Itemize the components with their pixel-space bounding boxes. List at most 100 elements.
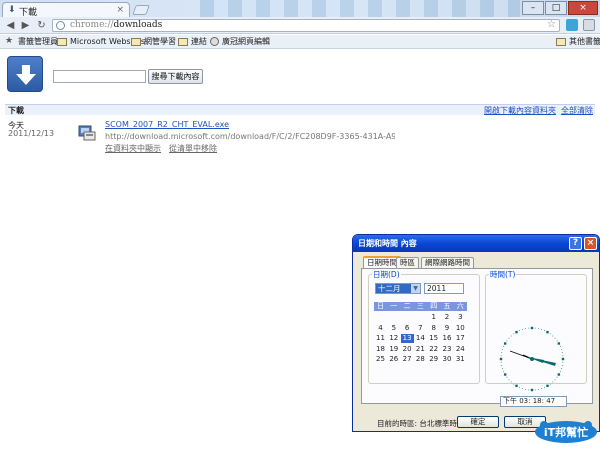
- calendar-day[interactable]: 31: [454, 355, 467, 364]
- calendar-day[interactable]: 28: [414, 355, 427, 364]
- window-close-button[interactable]: ×: [568, 1, 598, 15]
- calendar-day[interactable]: 23: [441, 345, 454, 354]
- star-icon: ★: [5, 35, 14, 46]
- calendar-day[interactable]: 22: [427, 345, 440, 354]
- ok-button[interactable]: 確定: [457, 416, 499, 428]
- calendar-day[interactable]: 3: [454, 313, 467, 322]
- bookmark-star-icon[interactable]: ☆: [547, 19, 556, 30]
- tab-close-icon[interactable]: ×: [116, 5, 124, 15]
- time-spinner[interactable]: 下午 03: 18: 47: [500, 396, 567, 407]
- calendar-day[interactable]: 26: [387, 355, 400, 364]
- clock-tick: [513, 383, 515, 385]
- calendar-day[interactable]: 17: [454, 334, 467, 343]
- calendar-day[interactable]: 5: [387, 324, 400, 333]
- clock-tick: [541, 387, 543, 389]
- calendar-day[interactable]: 29: [427, 355, 440, 364]
- clock-tick: [556, 376, 558, 378]
- calendar-weekday: 五: [443, 302, 451, 310]
- calendar-day[interactable]: 13: [400, 334, 414, 343]
- calendar-day[interactable]: 1: [427, 313, 440, 322]
- remove-from-list-link[interactable]: 從清單中移除: [169, 143, 217, 154]
- calendar-day[interactable]: 8: [427, 324, 440, 333]
- search-input[interactable]: [53, 70, 146, 83]
- calendar-day[interactable]: 24: [454, 345, 467, 354]
- maximize-button[interactable]: □: [545, 1, 567, 15]
- calendar-day[interactable]: 30: [441, 355, 454, 364]
- calendar-weekday: 四: [430, 302, 438, 310]
- downloads-logo-icon: [7, 56, 43, 92]
- calendar-day[interactable]: 2: [441, 313, 454, 322]
- tab-time-zone[interactable]: 時區: [396, 257, 419, 268]
- calendar-day[interactable]: 15: [427, 334, 440, 343]
- forward-arrow-icon[interactable]: ▶: [19, 19, 32, 32]
- calendar-day[interactable]: 21: [414, 345, 427, 354]
- bookmark-other[interactable]: 其他書籤: [556, 36, 600, 48]
- clock-tick: [510, 381, 512, 383]
- tab-internet-time[interactable]: 網際網路時間: [421, 257, 474, 268]
- calendar-day[interactable]: 20: [401, 345, 414, 354]
- clock-tick: [557, 342, 561, 345]
- clock-tick: [537, 328, 539, 330]
- calendar-day[interactable]: 4: [374, 324, 387, 333]
- section-title: 下載: [8, 106, 24, 115]
- bookmark-folder-links[interactable]: 連結: [178, 36, 207, 48]
- reload-icon[interactable]: ↻: [35, 19, 48, 32]
- calendar-day[interactable]: 10: [454, 324, 467, 333]
- calendar-day[interactable]: 12: [387, 334, 400, 343]
- address-bar[interactable]: chrome://downloads ☆: [52, 19, 560, 32]
- clock-tick: [518, 386, 520, 388]
- minimize-button[interactable]: –: [522, 1, 544, 15]
- clock-tick: [561, 364, 563, 366]
- bookmark-web-editor[interactable]: 廣冠網頁編輯: [210, 36, 270, 48]
- clock-tick: [521, 387, 523, 389]
- calendar-day[interactable]: 19: [387, 345, 400, 354]
- calendar-weekday: 一: [390, 302, 398, 310]
- new-tab-button[interactable]: [132, 5, 150, 15]
- bookmark-manager[interactable]: ★ 書籤管理員: [5, 36, 58, 48]
- calendar-day[interactable]: 16: [441, 334, 454, 343]
- download-arrow-icon: [16, 65, 36, 85]
- wrench-menu-icon[interactable]: [583, 19, 595, 31]
- calendar-day[interactable]: 27: [401, 355, 414, 364]
- clear-all-link[interactable]: 全部清除: [561, 105, 593, 116]
- calendar-day[interactable]: 9: [441, 324, 454, 333]
- calendar-day[interactable]: 18: [374, 345, 387, 354]
- clock-tick: [528, 327, 530, 329]
- clock-tick: [552, 335, 554, 337]
- month-select[interactable]: 十二月 ▼: [375, 283, 421, 294]
- downloads-section-header: 下載 開啟下載內容資料夾 全部清除: [5, 104, 595, 115]
- tab-downloads[interactable]: ⬇ 下載 ×: [2, 2, 130, 18]
- browser-toolbar: ◀ ▶ ↻ chrome://downloads ☆: [0, 17, 600, 34]
- extension-icon[interactable]: [566, 19, 578, 31]
- calendar-day[interactable]: 25: [374, 355, 387, 364]
- open-downloads-folder-link[interactable]: 開啟下載內容資料夾: [484, 105, 556, 116]
- year-spinner[interactable]: 2011: [424, 283, 464, 294]
- calendar-day[interactable]: 14: [414, 334, 427, 343]
- dialog-titlebar[interactable]: 日期和時間 內容 ? ×: [353, 235, 599, 252]
- download-date: 2011/12/13: [8, 129, 55, 138]
- bookmarks-bar: ★ 書籤管理員 Microsoft Websites 網管學習 連結 廣冠網頁編輯…: [0, 35, 600, 49]
- clock-tick: [501, 352, 503, 354]
- folder-icon: [131, 37, 141, 46]
- back-arrow-icon[interactable]: ◀: [4, 19, 17, 32]
- download-filename-link[interactable]: SCOM_2007_R2_CHT_EVAL.exe: [105, 120, 229, 129]
- clock-tick: [503, 342, 507, 345]
- month-value: 十二月: [378, 284, 401, 293]
- clock-tick: [544, 386, 546, 388]
- clock-tick: [561, 352, 563, 354]
- calendar-weekday: 六: [456, 302, 464, 310]
- watermark-text: iT邦幫忙: [544, 425, 588, 439]
- show-in-folder-link[interactable]: 在資料夾中顯示: [105, 143, 161, 154]
- calendar-weekday: 日: [377, 302, 384, 310]
- help-button[interactable]: ?: [569, 237, 582, 250]
- bookmark-folder-network[interactable]: 網管學習: [131, 36, 176, 48]
- clock-tick: [518, 330, 520, 332]
- folder-icon: [57, 37, 67, 46]
- search-downloads-button[interactable]: 搜尋下載內容: [148, 69, 203, 84]
- calendar-day[interactable]: 7: [414, 324, 427, 333]
- calendar-day[interactable]: 6: [401, 324, 414, 333]
- time-group-label: 時間(T): [489, 269, 517, 280]
- dialog-close-button[interactable]: ×: [584, 237, 597, 250]
- chevron-down-icon: ▼: [411, 284, 420, 293]
- calendar-day[interactable]: 11: [374, 334, 387, 343]
